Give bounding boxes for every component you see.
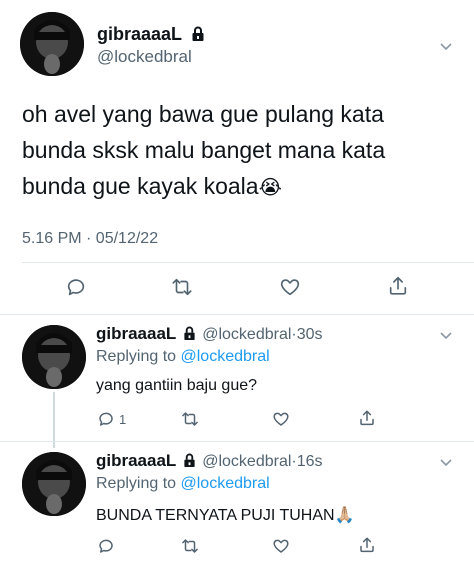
lock-icon [192, 26, 203, 42]
divider [0, 314, 474, 315]
praying-hands-emoji: 🙏🏼 [334, 507, 355, 524]
thread-line [53, 392, 55, 448]
replying-to-link[interactable]: @lockedbral [181, 475, 270, 492]
share-icon[interactable] [358, 409, 376, 427]
reply-count: 1 [119, 412, 127, 427]
author-handle[interactable]: @lockedbral [202, 326, 291, 343]
author-handle[interactable]: @lockedbral [97, 47, 192, 67]
reply-text: yang gantiin baju gue? [96, 377, 258, 394]
display-name[interactable]: gibraaaaL [97, 24, 182, 44]
reply-time[interactable]: 16s [297, 453, 323, 470]
reply-text: BUNDA TERNYATA PUJI TUHAN🙏🏼 [96, 507, 355, 524]
like-icon[interactable] [272, 537, 290, 555]
author-handle[interactable]: @lockedbral [202, 453, 291, 470]
like-icon[interactable] [279, 276, 301, 298]
tweet-text-line: oh avel yang bawa gue pulang kata [22, 101, 384, 127]
chevron-down-icon[interactable] [438, 327, 454, 343]
replying-to: Replying to @lockedbral [96, 348, 270, 365]
reply-header: gibraaaaL @lockedbral·30s [96, 324, 323, 344]
replying-to-link[interactable]: @lockedbral [181, 348, 270, 365]
tweet-text-line: bunda sksk malu banget mana kata [22, 137, 386, 163]
tweet-text: oh avel yang bawa gue pulang kata bunda … [22, 96, 462, 206]
divider [22, 262, 474, 263]
chevron-down-icon[interactable] [438, 38, 454, 54]
lock-icon [184, 453, 195, 467]
retweet-icon[interactable] [181, 410, 199, 428]
avatar[interactable] [22, 325, 86, 389]
retweet-icon[interactable] [171, 276, 193, 298]
avatar[interactable] [22, 452, 86, 516]
author-name-row: gibraaaaL [97, 24, 205, 45]
share-icon[interactable] [387, 275, 409, 297]
replying-to: Replying to @lockedbral [96, 475, 270, 492]
display-name[interactable]: gibraaaaL [96, 324, 176, 343]
crying-emoji: 😭 [258, 177, 282, 199]
display-name[interactable]: gibraaaaL [96, 451, 176, 470]
reply-icon[interactable] [97, 537, 115, 555]
reply-icon[interactable] [65, 276, 87, 298]
chevron-down-icon[interactable] [438, 454, 454, 470]
like-icon[interactable] [272, 410, 290, 428]
lock-icon [184, 326, 195, 340]
share-icon[interactable] [358, 536, 376, 554]
reply-time[interactable]: 30s [297, 326, 323, 343]
avatar[interactable] [20, 12, 84, 76]
retweet-icon[interactable] [181, 537, 199, 555]
tweet-text-line-3: bunda gue kayak koala😭 [22, 173, 282, 199]
divider [0, 441, 474, 442]
tweet-timestamp[interactable]: 5.16 PM · 05/12/22 [22, 230, 158, 248]
reply-header: gibraaaaL @lockedbral·16s [96, 451, 323, 471]
reply-icon[interactable] [97, 410, 115, 428]
